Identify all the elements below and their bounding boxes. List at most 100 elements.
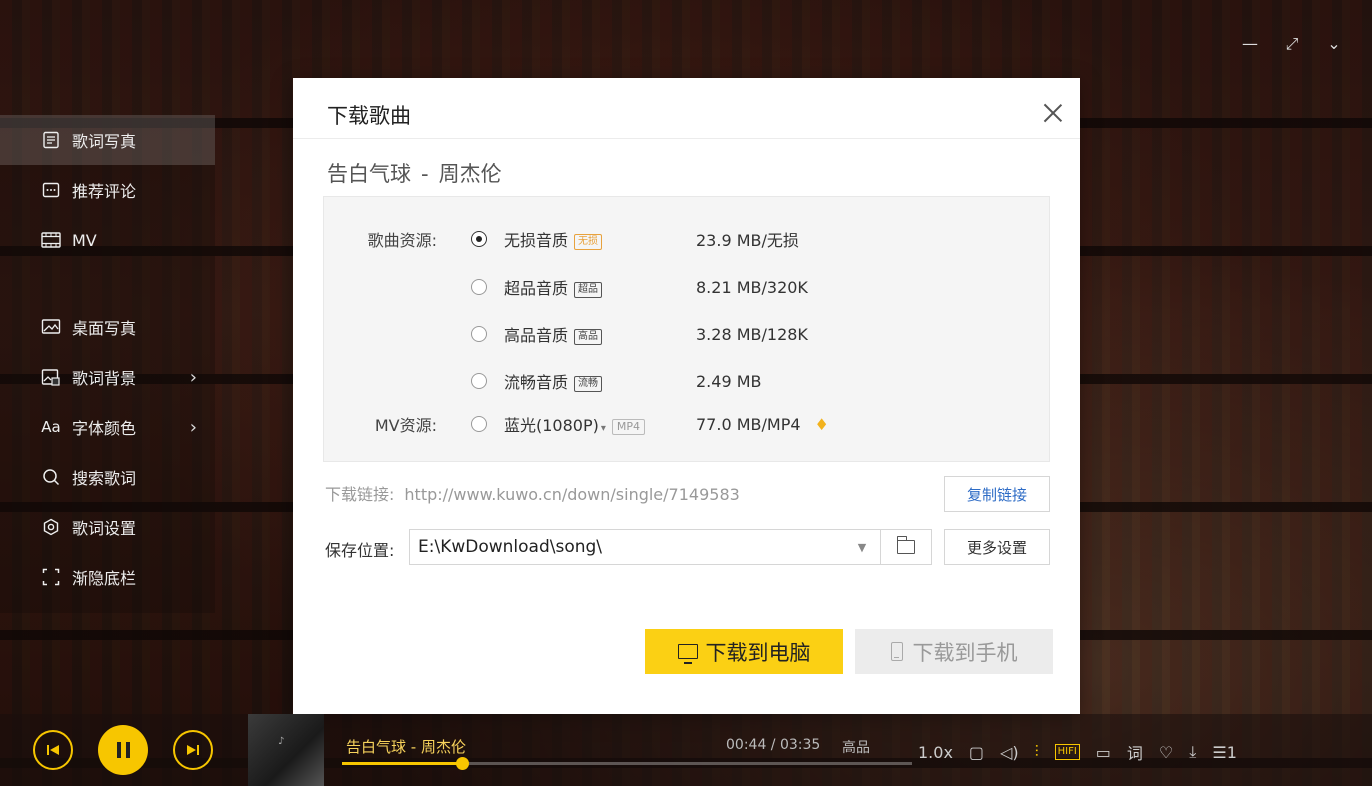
- menu-recommended-comments[interactable]: 推荐评论: [0, 165, 215, 215]
- player-tools: 1.0x ▢ ◁) ⫶ HIFI ▭ 词 ♡ ⤓ ☰1: [918, 740, 1237, 764]
- quality-row-smooth: 流畅音质 流畅 2.49 MB: [324, 369, 1049, 393]
- radio-lossless[interactable]: [471, 231, 487, 247]
- download-dialog: 下载歌曲 告白气球 - 周杰伦 歌曲资源: 无损音质 无损 23.9 MB/无损 超品…: [293, 78, 1080, 714]
- menu-label: 搜索歌词: [72, 469, 137, 488]
- radio-super[interactable]: [471, 279, 487, 295]
- gear-icon: [40, 516, 62, 538]
- download-icon[interactable]: ⤓: [1189, 742, 1196, 762]
- menu-font-color[interactable]: Aa 字体颜色 ›: [0, 402, 215, 452]
- more-settings-button[interactable]: 更多设置: [944, 529, 1050, 565]
- lyrics-button[interactable]: 词: [1127, 740, 1143, 764]
- minimize-icon[interactable]: —: [1240, 34, 1260, 54]
- window-controls: — ⤢ ⌄: [1240, 34, 1344, 54]
- quality-option-lossless[interactable]: 无损音质 无损: [504, 227, 603, 251]
- close-icon[interactable]: [1042, 102, 1064, 124]
- picture-icon: [40, 316, 62, 338]
- radio-smooth[interactable]: [471, 373, 487, 389]
- download-to-pc-label: 下载到电脑: [705, 640, 811, 665]
- download-to-phone-button[interactable]: 下载到手机: [855, 629, 1053, 674]
- image-edit-icon: [40, 366, 62, 388]
- previous-button[interactable]: [33, 730, 73, 770]
- save-path-select[interactable]: E:\KwDownload\song\ ▼: [409, 529, 881, 565]
- radio-mv[interactable]: [471, 416, 487, 432]
- folder-icon: [896, 536, 915, 554]
- pause-button[interactable]: [98, 725, 148, 775]
- progress-bar[interactable]: [342, 757, 912, 770]
- menu-label: 推荐评论: [72, 182, 137, 201]
- mv-option[interactable]: 蓝光(1080P) ▾ MP4: [504, 412, 646, 436]
- playback-time: 00:44 / 03:35: [726, 737, 821, 753]
- dialog-title: 下载歌曲: [327, 104, 411, 128]
- speed-button[interactable]: 1.0x: [918, 743, 953, 762]
- collapse-icon[interactable]: ⌄: [1324, 34, 1344, 54]
- loop-icon[interactable]: ▢: [969, 743, 984, 762]
- quality-option-smooth[interactable]: 流畅音质 流畅: [504, 369, 603, 393]
- quality-selector[interactable]: 高品: [842, 737, 870, 757]
- player-bar: ♪ 告白气球 - 周杰伦 00:44 / 03:35 高品 1.0x ▢ ◁) …: [0, 714, 1372, 786]
- search-icon: [40, 466, 62, 488]
- menu-label: 渐隐底栏: [72, 569, 137, 588]
- menu-desktop-photo[interactable]: 桌面写真: [0, 302, 215, 352]
- quality-name: 超品音质: [504, 279, 569, 298]
- hifi-badge[interactable]: HIFI: [1054, 744, 1080, 760]
- mv-row: MV资源: 蓝光(1080P) ▾ MP4 77.0 MB/MP4 ♦: [324, 412, 1049, 436]
- quality-row-super: 超品音质 超品 8.21 MB/320K: [324, 275, 1049, 299]
- comment-icon[interactable]: ▭: [1096, 743, 1111, 762]
- download-link-url: http://www.kuwo.cn/down/single/7149583: [404, 485, 740, 504]
- mv-resolution-dropdown[interactable]: ▾: [601, 423, 606, 434]
- quality-size: 23.9 MB/无损: [696, 231, 799, 250]
- resource-panel: 歌曲资源: 无损音质 无损 23.9 MB/无损 超品音质 超品 8.21 MB/3…: [323, 196, 1050, 462]
- quality-name: 流畅音质: [504, 373, 569, 392]
- copy-link-button[interactable]: 复制链接: [944, 476, 1050, 512]
- comment-icon: [40, 179, 62, 201]
- menu-label: 歌词背景: [72, 369, 137, 388]
- fullscreen-icon[interactable]: ⤢: [1282, 34, 1302, 54]
- font-icon: Aa: [41, 418, 61, 436]
- quality-option-high[interactable]: 高品音质 高品: [504, 322, 603, 346]
- song-title: 告白气球: [327, 162, 411, 186]
- album-cover[interactable]: ♪: [248, 714, 324, 786]
- film-icon: [40, 229, 62, 251]
- playlist-count: 1: [1226, 742, 1237, 762]
- download-link-row: 下载链接: http://www.kuwo.cn/down/single/7149…: [325, 481, 740, 505]
- menu-label: 桌面写真: [72, 319, 137, 338]
- menu-mv[interactable]: MV: [0, 215, 215, 265]
- chevron-right-icon: ›: [189, 366, 197, 388]
- mv-name: 蓝光(1080P): [504, 416, 599, 435]
- save-path-value: E:\KwDownload\song\: [418, 537, 603, 557]
- quality-row-high: 高品音质 高品 3.28 MB/128K: [324, 322, 1049, 346]
- phone-icon: [890, 642, 903, 661]
- equalizer-icon[interactable]: ⫶: [1035, 742, 1039, 762]
- next-button[interactable]: [173, 730, 213, 770]
- quality-badge: 超品: [574, 281, 603, 298]
- document-icon: [40, 129, 62, 151]
- menu-lyric-background[interactable]: 歌词背景 ›: [0, 352, 215, 402]
- menu-search-lyrics[interactable]: 搜索歌词: [0, 452, 215, 502]
- quality-size: 8.21 MB/320K: [696, 277, 808, 297]
- menu-lyric-photo[interactable]: 歌词写真: [0, 115, 215, 165]
- monitor-icon: [677, 644, 698, 664]
- quality-option-super[interactable]: 超品音质 超品: [504, 275, 603, 299]
- playlist-button[interactable]: ☰1: [1212, 743, 1237, 762]
- volume-icon[interactable]: ◁): [1000, 743, 1019, 762]
- mv-format-badge: MP4: [611, 418, 646, 435]
- menu-separator: [0, 265, 215, 302]
- heart-icon[interactable]: ♡: [1159, 743, 1173, 762]
- download-to-pc-button[interactable]: 下载到电脑: [645, 629, 843, 674]
- download-link-label: 下载链接:: [325, 485, 395, 504]
- next-icon: [187, 745, 199, 755]
- quality-size: 2.49 MB: [696, 371, 762, 391]
- progress-knob[interactable]: [455, 757, 469, 770]
- menu-fade-bottom-bar[interactable]: 渐隐底栏: [0, 552, 215, 602]
- menu-lyric-settings[interactable]: 歌词设置: [0, 502, 215, 552]
- song-separator: -: [421, 162, 429, 186]
- quality-badge: 流畅: [574, 375, 603, 392]
- menu-label: 歌词写真: [72, 132, 137, 151]
- dropdown-arrow-icon[interactable]: ▼: [844, 541, 880, 554]
- song-info: 告白气球 - 周杰伦: [327, 158, 502, 188]
- browse-folder-button[interactable]: [880, 529, 932, 565]
- radio-high[interactable]: [471, 326, 487, 342]
- corners-icon: [40, 566, 62, 588]
- left-menu: 歌词写真 推荐评论 MV 桌面写真 歌词背景 › Aa 字体颜色 › 搜索歌词: [0, 115, 215, 613]
- chevron-right-icon: ›: [189, 416, 197, 438]
